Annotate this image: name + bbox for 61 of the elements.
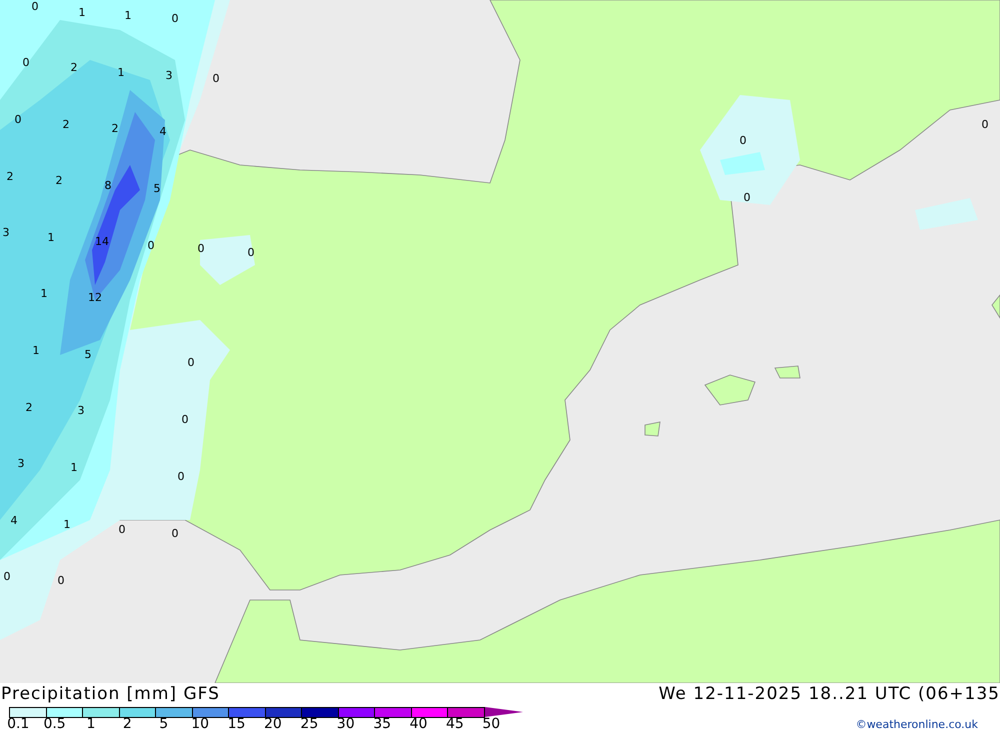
legend-label: 1 bbox=[86, 717, 96, 732]
contour-label: 0 bbox=[32, 0, 38, 13]
contour-label: 0 bbox=[14, 113, 22, 126]
credit-text: ©weatheronline.co.uk bbox=[856, 718, 978, 731]
contour-label: 8 bbox=[104, 179, 112, 192]
chart-title: Precipitation [mm] GFS bbox=[0, 683, 220, 705]
legend-label: 50 bbox=[481, 717, 502, 732]
legend-label: 0.5 bbox=[42, 717, 67, 732]
contour-label: 0 bbox=[172, 527, 178, 540]
contour-label: 0 bbox=[118, 523, 126, 536]
contour-label: 2 bbox=[70, 61, 78, 74]
legend-label: 0.1 bbox=[6, 717, 30, 732]
contour-label: 1 bbox=[124, 9, 132, 22]
contour-label: 5 bbox=[154, 182, 160, 195]
contour-label: 0 bbox=[188, 356, 194, 369]
contour-label: 14 bbox=[95, 235, 109, 248]
contour-label: 3 bbox=[166, 69, 172, 82]
legend-label: 2 bbox=[122, 717, 133, 732]
legend-label: 20 bbox=[263, 717, 283, 732]
legend-label: 35 bbox=[372, 717, 392, 732]
contour-label: 12 bbox=[88, 291, 102, 304]
contour-label: 2 bbox=[56, 174, 62, 187]
legend-label: 30 bbox=[336, 717, 356, 732]
contour-label: 1 bbox=[32, 344, 40, 357]
contour-label: 2 bbox=[62, 118, 70, 131]
contour-label: 1 bbox=[40, 287, 48, 300]
contour-label: 2 bbox=[26, 401, 32, 414]
contour-label: 0 bbox=[982, 118, 988, 131]
contour-label: 0 bbox=[248, 246, 254, 259]
contour-label: 0 bbox=[22, 56, 30, 69]
contour-label: 0 bbox=[212, 72, 220, 85]
contour-label: 5 bbox=[84, 348, 92, 361]
legend-label: 10 bbox=[190, 717, 210, 732]
contour-label: 0 bbox=[148, 239, 154, 252]
contour-label: 4 bbox=[10, 514, 18, 527]
legend-label: 15 bbox=[226, 717, 246, 732]
legend-label: 45 bbox=[444, 717, 465, 732]
legend-label: 25 bbox=[299, 717, 320, 732]
contour-label: 3 bbox=[2, 226, 10, 239]
contour-label: 1 bbox=[78, 6, 86, 19]
contour-label: 0 bbox=[4, 570, 10, 583]
contour-label: 3 bbox=[18, 457, 24, 470]
contour-label: 0 bbox=[172, 12, 178, 25]
contour-label: 0 bbox=[182, 413, 188, 426]
contour-label: 3 bbox=[78, 404, 84, 417]
contour-label: 0 bbox=[178, 470, 184, 483]
contour-label: 0 bbox=[740, 134, 746, 147]
contour-label: 2 bbox=[112, 122, 118, 135]
contour-label: 1 bbox=[48, 231, 54, 244]
contour-label: 4 bbox=[160, 125, 166, 138]
contour-label: 1 bbox=[64, 518, 70, 531]
legend-arrow-icon bbox=[484, 707, 522, 717]
contour-label: 1 bbox=[118, 66, 124, 79]
contour-label: 1 bbox=[70, 461, 78, 474]
legend-label: 5 bbox=[158, 717, 170, 732]
legend-label: 40 bbox=[408, 717, 428, 732]
valid-time-text: We 12-11-2025 18..21 UTC (06+135 bbox=[658, 683, 1000, 705]
contour-label: 0 bbox=[198, 242, 204, 255]
contour-label: 2 bbox=[6, 170, 14, 183]
contour-label: 0 bbox=[744, 191, 750, 204]
contour-label: 0 bbox=[58, 574, 64, 587]
